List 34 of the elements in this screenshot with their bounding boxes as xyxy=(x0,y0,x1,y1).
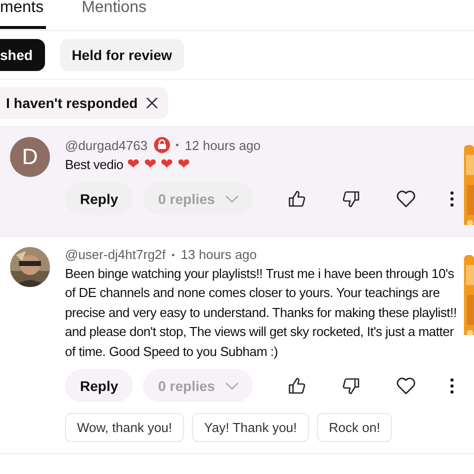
author-name[interactable]: @user-dj4ht7rg2f xyxy=(65,247,166,262)
chevron-down-icon xyxy=(224,194,239,203)
filter-chip[interactable]: shed xyxy=(0,39,45,71)
thumbs-up-icon[interactable] xyxy=(288,190,306,208)
thumbs-down-icon[interactable] xyxy=(342,376,360,395)
comment-text: Best vedio xyxy=(65,157,124,172)
suggested-reply-button[interactable]: Yay! Thank you! xyxy=(192,413,309,442)
author-name[interactable]: @durgad4763 xyxy=(65,138,148,152)
filter-chip[interactable]: Held for review xyxy=(60,39,184,71)
heart-icon[interactable] xyxy=(396,376,416,395)
filter-chip[interactable]: I haven't responded xyxy=(0,87,168,119)
separator-dot: • xyxy=(172,250,175,260)
chevron-down-icon xyxy=(224,382,239,390)
heart-emoji: ❤ xyxy=(160,156,174,173)
thumbs-up-icon[interactable] xyxy=(288,376,306,395)
more-options-icon[interactable] xyxy=(450,190,454,207)
reply-button[interactable]: Reply xyxy=(65,182,134,216)
comment-text: Been binge watching your playlists!! Trust me i have been through 10's of DE channels and none comes closer to yours. Your teachings are precise and very easy to understand. Thanks for making these playlist!! and please don't stop, The views will get sky rocketed, It's just a matter of time. Good Speed to you Subham :) xyxy=(65,266,457,359)
tab[interactable]: ments xyxy=(0,0,46,29)
suggested-reply-button[interactable]: Rock on! xyxy=(316,413,392,442)
avatar[interactable]: D xyxy=(10,137,50,177)
heart-emoji: ❤ xyxy=(127,156,140,173)
reply-button[interactable]: Reply xyxy=(65,369,134,402)
heart-icon[interactable] xyxy=(396,190,416,208)
thumbs-down-icon[interactable] xyxy=(342,190,360,208)
tab[interactable]: Mentions xyxy=(82,0,146,29)
more-options-icon[interactable] xyxy=(450,378,454,394)
heart-emoji: ❤ xyxy=(177,156,190,173)
timestamp: 13 hours ago xyxy=(180,247,257,262)
heart-emoji: ❤ xyxy=(144,156,157,173)
timestamp: 12 hours ago xyxy=(184,138,261,152)
close-icon xyxy=(146,97,158,109)
suggested-reply-button[interactable]: Wow, thank you! xyxy=(65,413,184,442)
separator-dot: • xyxy=(176,140,179,150)
